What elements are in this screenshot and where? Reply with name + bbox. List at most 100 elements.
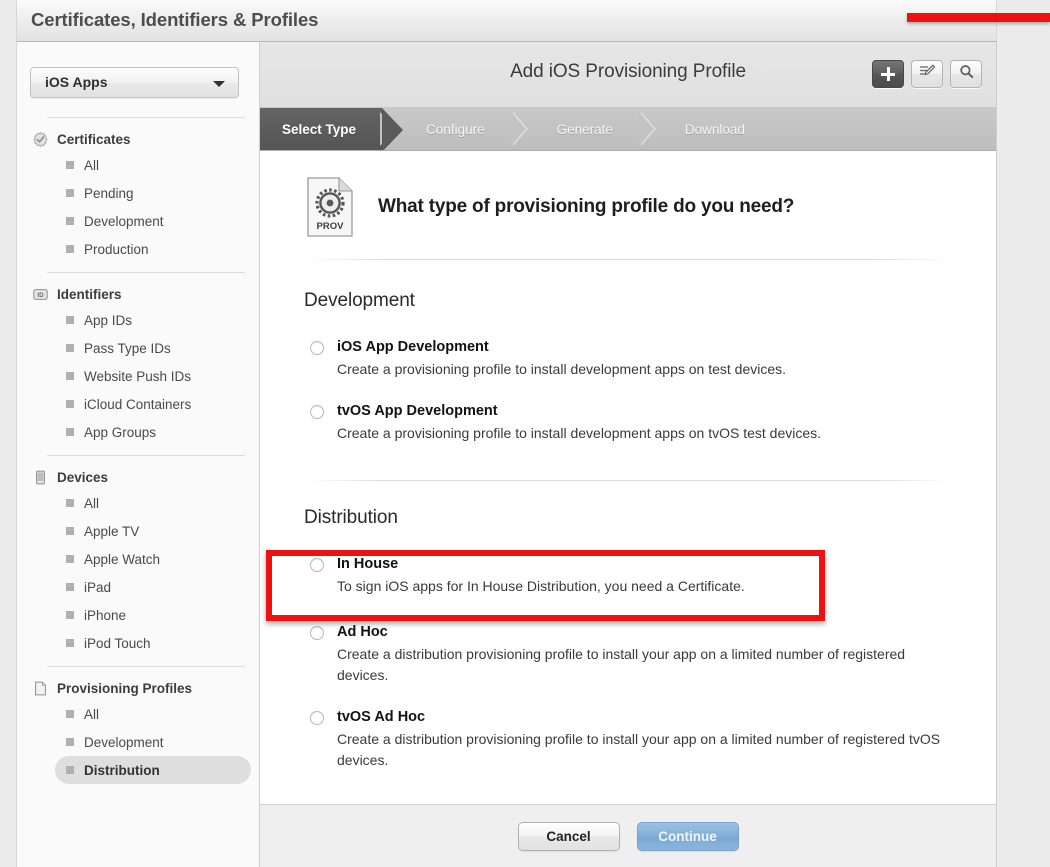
bullet-icon (66, 766, 74, 774)
bullet-icon (66, 372, 74, 380)
radio-ios-app-development[interactable] (310, 341, 324, 355)
wizard-step-configure[interactable]: Configure (402, 108, 513, 150)
sidebar-item-profiles-distribution[interactable]: Distribution (55, 756, 251, 784)
sidebar-item-profiles-all[interactable]: All (55, 700, 251, 728)
sidebar-item-apple-watch[interactable]: Apple Watch (55, 545, 251, 573)
chevron-separator-icon (638, 108, 661, 150)
bullet-icon (66, 583, 74, 591)
bullet-icon (66, 611, 74, 619)
sidebar-item-apple-tv[interactable]: Apple TV (55, 517, 251, 545)
wizard-step-label: Generate (556, 121, 613, 137)
sidebar-item-ipod-touch[interactable]: iPod Touch (55, 629, 251, 657)
radio-tvos-app-development[interactable] (310, 405, 324, 419)
divider (47, 455, 245, 456)
radio-tvos-ad-hoc[interactable] (310, 711, 324, 725)
sidebar-group-devices: Devices (17, 465, 261, 489)
sidebar-item-devices-all[interactable]: All (55, 489, 251, 517)
sidebar-item-label: iPod Touch (84, 635, 151, 651)
red-annotation-bar-account (907, 13, 1050, 22)
option-ad-hoc[interactable]: Ad Hoc Create a distribution provisionin… (310, 623, 956, 686)
option-description: To sign iOS apps for In House Distributi… (337, 578, 745, 594)
sidebar-item-certificates-development[interactable]: Development (55, 207, 251, 235)
wizard-footer: Cancel Continue (260, 804, 997, 867)
sidebar-item-app-groups[interactable]: App Groups (55, 418, 251, 446)
sidebar-item-label: Development (84, 734, 164, 750)
sidebar: iOS Apps Certificates All Pending Develo… (16, 42, 260, 867)
device-phone-icon (33, 470, 48, 485)
team-select-dropdown[interactable]: iOS Apps (30, 67, 239, 98)
sidebar-item-app-ids[interactable]: App IDs (55, 306, 251, 334)
sidebar-group-label: Provisioning Profiles (57, 680, 193, 696)
radio-in-house[interactable] (310, 558, 324, 572)
sidebar-item-ipad[interactable]: iPad (55, 573, 251, 601)
bullet-icon (66, 344, 74, 352)
prompt-row: PROV What type of provisioning profile d… (302, 177, 956, 237)
divider (47, 272, 245, 273)
radio-ad-hoc[interactable] (310, 626, 324, 640)
cancel-button[interactable]: Cancel (517, 821, 620, 851)
search-button[interactable] (950, 60, 982, 88)
option-label: tvOS Ad Hoc (337, 709, 426, 725)
divider (306, 480, 952, 481)
wizard-step-download[interactable]: Download (661, 108, 773, 150)
option-description: Create a distribution provisioning profi… (337, 646, 906, 683)
sidebar-item-profiles-development[interactable]: Development (55, 728, 251, 756)
option-in-house[interactable]: In House To sign iOS apps for In House D… (310, 555, 956, 597)
sidebar-item-certificates-all[interactable]: All (55, 151, 251, 179)
wizard-step-select-type[interactable]: Select Type (260, 108, 404, 150)
sidebar-item-label: Apple TV (84, 523, 140, 539)
sidebar-item-certificates-production[interactable]: Production (55, 235, 251, 263)
sidebar-item-iphone[interactable]: iPhone (55, 601, 251, 629)
main-panel: Add iOS Provisioning Profile Select Type… (260, 42, 997, 804)
magnifier-icon (959, 64, 974, 84)
sidebar-item-label: All (84, 157, 100, 173)
bullet-icon (66, 527, 74, 535)
option-description: Create a provisioning profile to install… (337, 361, 787, 377)
bullet-icon (66, 400, 74, 408)
window-titlebar: Certificates, Identifiers & Profiles (16, 0, 997, 42)
continue-button[interactable]: Continue (636, 821, 739, 851)
chevron-down-icon (213, 81, 225, 87)
main-body: PROV What type of provisioning profile d… (260, 151, 996, 802)
add-button[interactable] (872, 60, 904, 88)
sidebar-item-label: iPad (84, 579, 112, 595)
bullet-icon (66, 217, 74, 225)
wizard-steps: Select Type Configure Generate Download (260, 108, 996, 151)
wizard-step-label: Configure (426, 121, 485, 137)
sidebar-item-pass-type-ids[interactable]: Pass Type IDs (55, 334, 251, 362)
chevron-separator-icon (510, 108, 533, 150)
prov-profile-document-icon: PROV (306, 177, 354, 237)
bullet-icon (66, 499, 74, 507)
plus-icon (881, 67, 895, 81)
sidebar-group-label: Identifiers (57, 286, 122, 302)
sidebar-item-label: Apple Watch (84, 551, 161, 567)
certificate-seal-icon (33, 131, 48, 147)
section-title-development: Development (304, 290, 415, 311)
sidebar-group-label: Certificates (57, 131, 131, 147)
sidebar-item-label: iCloud Containers (84, 396, 192, 412)
edit-button[interactable] (911, 60, 943, 88)
sidebar-nav: Certificates All Pending Development Pro… (17, 108, 261, 784)
bullet-icon (66, 710, 74, 718)
sidebar-item-label: All (84, 706, 100, 722)
option-tvos-app-development[interactable]: tvOS App Development Create a provisioni… (310, 402, 956, 444)
document-icon (33, 681, 48, 696)
sidebar-item-label: Production (84, 241, 149, 257)
wizard-step-generate[interactable]: Generate (533, 108, 641, 150)
sidebar-item-label: iPhone (84, 607, 127, 623)
sidebar-group-identifiers: ID Identifiers (17, 282, 261, 306)
option-ios-app-development[interactable]: iOS App Development Create a provisionin… (310, 338, 956, 380)
sidebar-item-label: App IDs (84, 312, 133, 328)
bullet-icon (66, 555, 74, 563)
sidebar-group-provisioning-profiles: Provisioning Profiles (17, 676, 261, 700)
sidebar-item-website-push-ids[interactable]: Website Push IDs (55, 362, 251, 390)
sidebar-item-label: Pending (84, 185, 134, 201)
bullet-icon (66, 189, 74, 197)
bullet-icon (66, 639, 74, 647)
sidebar-item-icloud-containers[interactable]: iCloud Containers (55, 390, 251, 418)
sidebar-item-certificates-pending[interactable]: Pending (55, 179, 251, 207)
page-title: Certificates, Identifiers & Profiles (31, 9, 319, 30)
option-tvos-ad-hoc[interactable]: tvOS Ad Hoc Create a distribution provis… (310, 708, 956, 771)
bullet-icon (66, 161, 74, 169)
option-label: Ad Hoc (337, 624, 388, 640)
